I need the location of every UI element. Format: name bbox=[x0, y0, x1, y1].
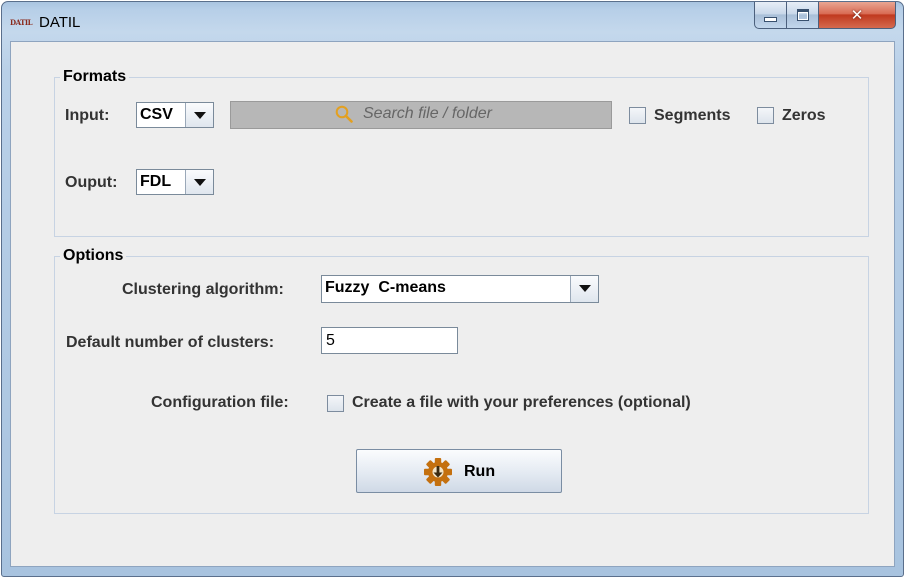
zeros-label[interactable]: Zeros bbox=[782, 107, 826, 125]
input-format-dropdown[interactable]: CSV bbox=[136, 102, 214, 128]
client-area: Formats Input: CSV Search file / folder … bbox=[10, 41, 895, 567]
maximize-button[interactable] bbox=[786, 2, 819, 29]
output-format-value: FDL bbox=[140, 173, 172, 190]
close-button[interactable]: ✕ bbox=[818, 2, 896, 29]
output-format-dropdown[interactable]: FDL bbox=[136, 169, 214, 195]
app-window: DATIL DATIL ✕ Formats Input: CSV Search … bbox=[1, 1, 904, 577]
formats-legend: Formats bbox=[60, 68, 130, 86]
app-icon: DATIL bbox=[10, 18, 33, 27]
minimize-button[interactable] bbox=[754, 2, 787, 29]
clustering-algorithm-dropdown[interactable]: Fuzzy C-means bbox=[321, 275, 599, 303]
configuration-file-label: Configuration file: bbox=[151, 394, 289, 411]
options-group: Options Clustering algorithm: Fuzzy C-me… bbox=[54, 247, 869, 514]
zeros-checkbox[interactable] bbox=[757, 107, 774, 124]
maximize-icon bbox=[796, 9, 809, 21]
window-title: DATIL bbox=[39, 14, 81, 31]
default-clusters-input[interactable]: 5 bbox=[321, 327, 458, 354]
chevron-down-icon[interactable] bbox=[185, 103, 213, 127]
segments-checkbox[interactable] bbox=[629, 107, 646, 124]
title-bar[interactable]: DATIL DATIL ✕ bbox=[2, 2, 903, 42]
default-clusters-value: 5 bbox=[326, 332, 335, 349]
segments-label[interactable]: Segments bbox=[654, 107, 730, 125]
input-format-value: CSV bbox=[140, 106, 173, 123]
clustering-algorithm-value: Fuzzy C-means bbox=[325, 279, 446, 296]
config-file-checkbox[interactable] bbox=[327, 395, 344, 412]
search-placeholder: Search file / folder bbox=[363, 105, 492, 122]
options-legend: Options bbox=[60, 247, 127, 265]
minimize-icon bbox=[764, 16, 777, 22]
clustering-algorithm-label: Clustering algorithm: bbox=[122, 281, 284, 298]
run-button-label: Run bbox=[464, 463, 496, 480]
search-icon bbox=[335, 105, 353, 123]
close-icon: ✕ bbox=[850, 6, 864, 24]
default-clusters-label: Default number of clusters: bbox=[66, 334, 275, 351]
run-button[interactable]: Run bbox=[356, 449, 562, 493]
gear-icon bbox=[424, 458, 452, 486]
search-file-folder-field[interactable]: Search file / folder bbox=[230, 101, 612, 129]
formats-group: Formats Input: CSV Search file / folder … bbox=[54, 68, 869, 237]
config-file-checkbox-label[interactable]: Create a file with your preferences (opt… bbox=[352, 394, 691, 412]
input-label: Input: bbox=[65, 107, 110, 124]
chevron-down-icon[interactable] bbox=[185, 170, 213, 194]
output-label: Ouput: bbox=[65, 174, 118, 191]
chevron-down-icon[interactable] bbox=[570, 276, 598, 302]
